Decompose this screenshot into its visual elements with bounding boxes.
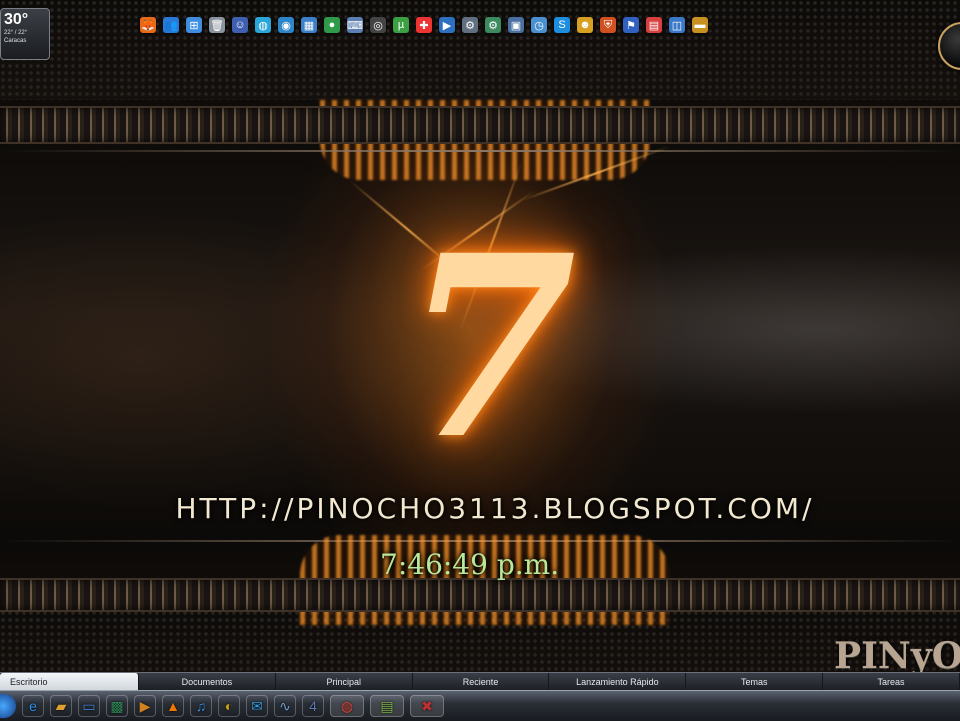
calendar-icon[interactable]: ▤ — [646, 17, 662, 33]
itunes-icon[interactable]: ♫ — [190, 695, 212, 717]
notepad-icon[interactable]: ▤ — [370, 695, 404, 717]
utorrent-icon[interactable]: µ — [393, 17, 409, 33]
metal-grill-top — [0, 106, 960, 144]
system-icon[interactable]: ⚙ — [462, 17, 478, 33]
vlc-icon-glyph: ▲ — [166, 698, 180, 714]
start-button[interactable] — [0, 694, 16, 718]
windows-icon[interactable]: ⊞ — [186, 17, 202, 33]
nero-icon-glyph: ◐ — [224, 698, 234, 714]
antivirus-icon[interactable]: ✚ — [416, 17, 432, 33]
skype-icon[interactable]: S — [554, 17, 570, 33]
media-player-icon[interactable]: ▶ — [439, 17, 455, 33]
desktop-clock: 7:46:49 p.m. — [380, 548, 560, 581]
top-launcher-bar: 🦊 👥 ⊞ 🗑 ☺ ◍ ◉ ▦ ● ⌨ ◎ µ ✚ ▶ ⚙ ⚙ ▣ ◷ S ☻ ⛨ ⚑ ▤ ◫ ▬ — [140, 14, 708, 36]
dock-tab-reciente[interactable]: Reciente — [413, 673, 550, 691]
desktop-icon[interactable]: ▭ — [78, 695, 100, 717]
dock-tab-escritorio[interactable]: Escritorio — [0, 673, 139, 691]
network-tool-icon[interactable]: ∿ — [274, 695, 296, 717]
settings-icon[interactable]: ⚙ — [485, 17, 501, 33]
chrome-icon-glyph: ◍ — [340, 697, 354, 714]
metal-grill-bottom — [0, 578, 960, 612]
itunes-icon-glyph: ♫ — [195, 698, 207, 714]
dock-tab-temas[interactable]: Temas — [686, 673, 824, 691]
video-player-icon-glyph: ▶ — [139, 697, 151, 714]
folder-icon-glyph: ▰ — [55, 697, 67, 714]
cd-drive-icon[interactable]: ◎ — [370, 17, 386, 33]
network-icon[interactable]: ◉ — [278, 17, 294, 33]
dock-tab-principal[interactable]: Principal — [276, 673, 413, 691]
media-center-icon-glyph: ▩ — [110, 697, 124, 714]
app-icon-glyph: ✖ — [421, 697, 433, 714]
messenger-icon[interactable]: ✉ — [246, 695, 268, 717]
ccleaner-icon[interactable]: ● — [324, 17, 340, 33]
weather-city: Caracas — [4, 38, 27, 44]
dock-tabs: Escritorio Documentos Principal Reciente Lan… — [0, 672, 960, 691]
chrome-icon[interactable]: ◍ — [330, 695, 364, 717]
desktop-icon-glyph: ▭ — [82, 697, 96, 714]
internet-explorer-icon-glyph: e — [29, 698, 37, 714]
dock-tab-lanzamiento-r-pido[interactable]: Lanzamiento Rápido — [549, 673, 687, 691]
video-player-icon[interactable]: ▶ — [134, 695, 156, 717]
keyboard-icon[interactable]: ⌨ — [347, 17, 363, 33]
user-icon[interactable]: ☺ — [232, 17, 248, 33]
media-center-icon[interactable]: ▩ — [106, 695, 128, 717]
app-icon[interactable]: ✖ — [410, 695, 444, 717]
windows7-logo-numeral: 7 — [403, 200, 577, 494]
weather-gadget[interactable]: 30° 22° / 22° Caracas — [0, 8, 50, 60]
folder-icon[interactable]: ▰ — [50, 695, 72, 717]
weather-temperature: 30° — [4, 11, 29, 28]
metal-edge-top — [0, 150, 960, 152]
vlc-icon[interactable]: ▲ — [162, 695, 184, 717]
device-icon[interactable]: ◫ — [669, 17, 685, 33]
chest-icon[interactable]: ▬ — [692, 17, 708, 33]
globe-icon[interactable]: ◍ — [255, 17, 271, 33]
notepad-icon-glyph: ▤ — [380, 697, 394, 714]
control-panel-icon[interactable]: ▦ — [301, 17, 317, 33]
messenger-icon[interactable]: 👥 — [163, 17, 179, 33]
clock-icon[interactable]: ◷ — [531, 17, 547, 33]
dock-tab-tareas[interactable]: Tareas — [823, 673, 960, 691]
recycle-bin-icon[interactable]: 🗑 — [209, 17, 225, 33]
firefox-icon[interactable]: 🦊 — [140, 17, 156, 33]
wallpaper-url-text: HTTP://PINOCHO3113.BLOGSPOT.COM/ — [175, 492, 815, 525]
network-tool-icon-glyph: ∿ — [279, 697, 291, 714]
shield-icon[interactable]: ⛨ — [600, 17, 616, 33]
dock-tab-documentos[interactable]: Documentos — [139, 673, 276, 691]
flag-icon[interactable]: ⚑ — [623, 17, 639, 33]
smiley-icon[interactable]: ☻ — [577, 17, 593, 33]
computer-icon[interactable]: ▣ — [508, 17, 524, 33]
photoshop-icon-glyph: 4 — [309, 698, 317, 714]
desktop-wallpaper: 7 HTTP://PINOCHO3113.BLOGSPOT.COM/ 7:46:… — [0, 0, 960, 690]
nero-icon[interactable]: ◐ — [218, 695, 240, 717]
internet-explorer-icon[interactable]: e — [22, 695, 44, 717]
messenger-icon-glyph: ✉ — [251, 697, 263, 714]
taskbar: e ▰ ▭ ▩ ▶ ▲ ♫ ◐ ✉ ∿ 4 ◍ ▤ ✖ — [0, 690, 960, 721]
weather-range: 22° / 22° — [4, 30, 28, 36]
photoshop-icon[interactable]: 4 — [302, 695, 324, 717]
